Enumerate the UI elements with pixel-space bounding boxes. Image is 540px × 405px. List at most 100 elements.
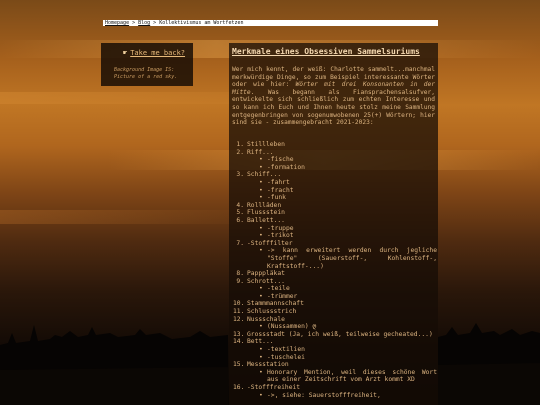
sub-list-item: -trikot	[259, 232, 437, 240]
background-credit: Background Image IS: Picture of a red sk…	[114, 67, 178, 80]
breadcrumb-separator: >	[150, 20, 160, 26]
list-item: 6.Ballett...-truppe-trikot	[233, 217, 437, 240]
list-item-number: 15.	[233, 361, 245, 369]
sub-list-item: -truppe	[259, 225, 437, 233]
back-link[interactable]: ☛ Take me back?	[123, 49, 185, 57]
back-link-label[interactable]: Take me back?	[130, 49, 185, 57]
sub-list-item: -tuschelei	[259, 354, 437, 362]
sub-list-item-text: -trikot	[267, 232, 294, 240]
list-item-number: 14.	[233, 338, 245, 346]
list-item: 10. Stammmannschaft	[233, 300, 437, 308]
list-item-number: 10.	[233, 300, 245, 308]
sub-list-item-text: ->, siehe: Sauerstofffreiheit,	[267, 391, 381, 399]
breadcrumb-home-link[interactable]: Homepage	[105, 20, 129, 26]
sub-list-item-text: -funk	[267, 194, 286, 202]
list-item: 13. Grossstadt (Ja, ich weiß, teilweise g…	[233, 331, 437, 339]
sub-list: Honorary Mention, weil dieses schöne Wor…	[247, 369, 437, 384]
sub-list-item: -trümmer	[259, 293, 437, 301]
list-item-number: 1.	[236, 141, 244, 148]
sub-list: ->, siehe: Sauerstofffreiheit,	[247, 392, 437, 400]
intro-paragraph: Wer mich kennt, der weiß: Charlotte samm…	[232, 66, 435, 127]
list-item: 8. Papppläkat	[233, 270, 437, 278]
sub-list: (Nussammen) ღ	[247, 323, 437, 331]
sub-list-item-text: -formation	[267, 163, 305, 171]
list-item: 16.-Stofffreiheit->, siehe: Sauerstofffr…	[233, 384, 437, 399]
list-item-number: 9.	[236, 277, 244, 285]
sub-list-item-text: -fracht	[267, 186, 294, 194]
sub-list-item-text: -textilien	[267, 346, 305, 354]
breadcrumb-separator: >	[129, 20, 139, 26]
list-item-word: -Stofffilter	[247, 239, 293, 247]
sidebar-panel: ☛ Take me back? Background Image IS: Pict…	[101, 43, 193, 86]
sub-list: -truppe-trikot	[247, 225, 437, 240]
sub-list-item: -fahrt	[259, 179, 437, 187]
breadcrumb-blog-link[interactable]: Blog	[138, 20, 150, 26]
list-item: 14.Bett...-textilien-tuschelei	[233, 338, 437, 361]
list-item: 9.Schrott...-teile-trümmer	[233, 278, 437, 301]
sub-list-item-text: (Nussammen)	[267, 323, 309, 331]
sub-list-item-text: -tuschelei	[267, 353, 305, 361]
list-item-number: 6.	[236, 216, 244, 224]
list-item: 7.-Stofffilter-> kann erweitert werden d…	[233, 240, 437, 270]
sub-list-item-text: -truppe	[267, 224, 294, 232]
sub-list-item: -teile	[259, 285, 437, 293]
list-item-word: Schlussstrich	[247, 308, 297, 316]
sub-list: -textilien-tuschelei	[247, 346, 437, 361]
sub-list-item-text: Honorary Mention, weil dieses schöne Wor…	[267, 368, 437, 384]
list-item-number: 12.	[233, 315, 245, 323]
sub-list-item: -> kann erweitert werden durch jegliche …	[259, 247, 437, 270]
list-item-word: Schrott...	[247, 277, 285, 285]
sub-list-item-text: -fahrt	[267, 178, 290, 186]
list-item: 1. Stillleben	[233, 141, 437, 149]
list-item: 3.Schiff...-fahrt-fracht-funk	[233, 171, 437, 201]
list-item-word: Stillleben	[247, 141, 285, 148]
list-item-number: 16.	[233, 384, 245, 391]
list-item-word: -Stofffreiheit	[247, 384, 301, 391]
list-item-number: 5.	[236, 209, 244, 217]
sub-list-item-text: -teile	[267, 285, 290, 293]
list-item-word: Messstation	[247, 361, 289, 369]
sub-list: -> kann erweitert werden durch jegliche …	[247, 247, 437, 270]
sub-list: -teile-trümmer	[247, 285, 437, 300]
list-item-number: 8.	[236, 270, 244, 278]
sub-list: -fahrt-fracht-funk	[247, 179, 437, 202]
sub-list-item: -fracht	[259, 187, 437, 195]
list-item-word: Grossstadt (Ja, ich weiß, teilweise gech…	[247, 330, 433, 338]
list-item-number: 7.	[236, 239, 244, 247]
sub-list-item: ->, siehe: Sauerstofffreiheit,	[259, 392, 437, 400]
list-item-word: Stammmannschaft	[247, 300, 304, 308]
breadcrumb: Homepage > Blog > Kollektivismus am Wort…	[103, 20, 438, 26]
list-item-word: Ballett...	[247, 216, 285, 224]
breadcrumb-current: Kollektivismus am Wortfetzen	[159, 20, 244, 26]
list-item-number: 2.	[236, 148, 244, 156]
list-item-word: Bett...	[247, 338, 274, 346]
list-item-number: 13.	[233, 330, 245, 338]
sub-list-item: -formation	[259, 164, 437, 172]
swirl-icon: ღ	[312, 323, 317, 331]
sub-list-item: -funk	[259, 194, 437, 202]
sub-list: -fische-formation	[247, 156, 437, 171]
list-item-number: 3.	[236, 171, 244, 179]
list-item: 15.MessstationHonorary Mention, weil die…	[233, 361, 437, 384]
sub-list-item: -fische	[259, 156, 437, 164]
page-title: Merkmale eines Obsessiven Sammelsuriums	[232, 47, 420, 56]
list-item-word: Rollläden	[247, 201, 282, 209]
sub-list-item: -textilien	[259, 346, 437, 354]
list-item-word: Schiff...	[247, 171, 282, 179]
list-item-number: 11.	[233, 308, 245, 316]
sub-list-item-text: -fische	[267, 156, 294, 164]
list-item-word: Nussschale	[247, 315, 285, 323]
list-item: 12.Nussschale(Nussammen) ღ	[233, 316, 437, 331]
sub-list-item-text: -> kann erweitert werden durch jegliche …	[267, 247, 437, 270]
sub-list-item: (Nussammen) ღ	[259, 323, 437, 331]
list-item: 5. Flussstein	[233, 209, 437, 217]
word-collection-list: 1.Stillleben2.Riff...-fische-formation3.…	[233, 141, 437, 399]
list-item-number: 4.	[236, 201, 244, 209]
list-item: 11. Schlussstrich	[233, 308, 437, 316]
list-item-word: Riff...	[247, 148, 274, 156]
list-item-word: Papppläkat	[247, 270, 285, 278]
sub-list-item: Honorary Mention, weil dieses schöne Wor…	[259, 369, 437, 384]
pointing-hand-icon: ☛	[123, 49, 128, 57]
intro-text: . Was begann als Fiansprachensalsufver, …	[232, 88, 435, 127]
sub-list-item-text: -trümmer	[267, 292, 298, 300]
